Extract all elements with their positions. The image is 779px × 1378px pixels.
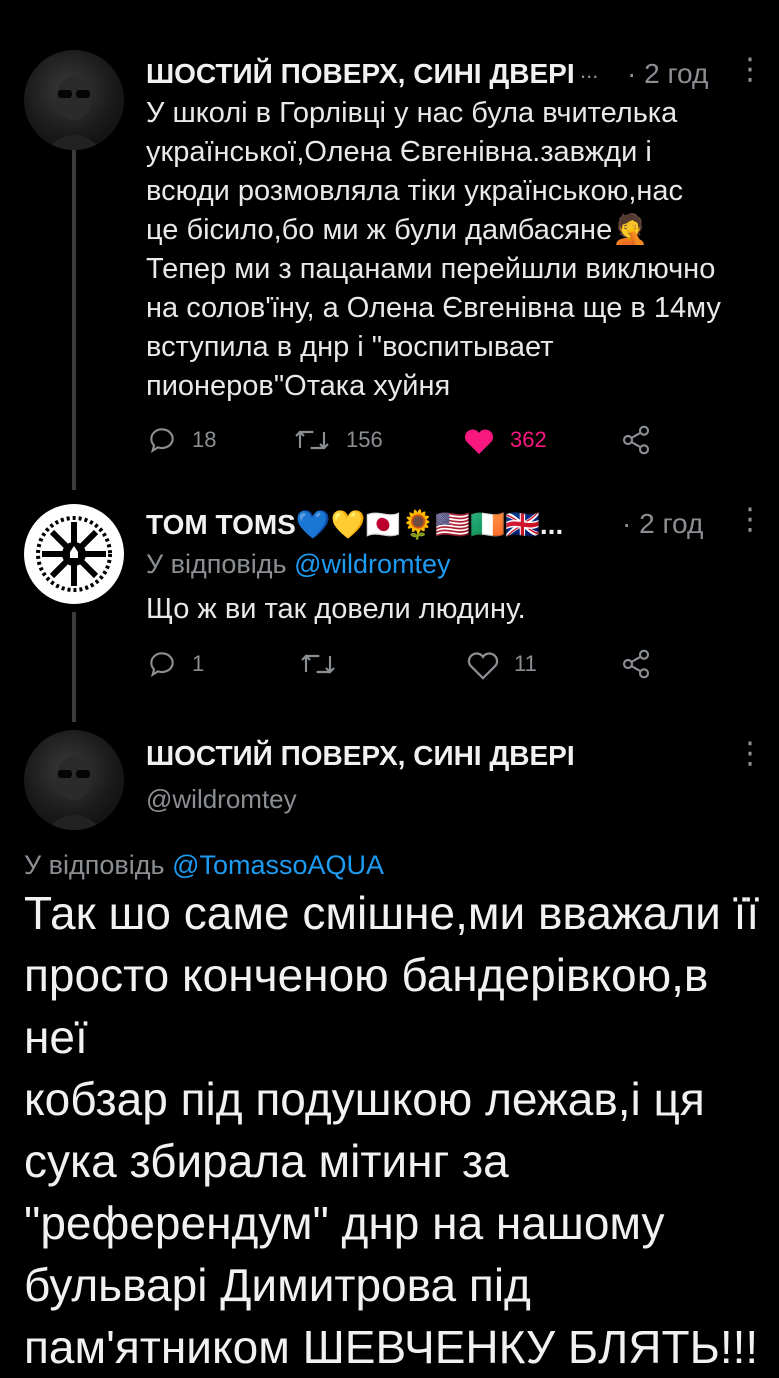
more-icon[interactable]: ⋮ xyxy=(735,736,765,771)
reply-count: 18 xyxy=(192,427,217,452)
like-button[interactable]: 362 xyxy=(462,424,547,456)
author-handle[interactable]: @wildromtey xyxy=(146,784,297,815)
tweet-line: всюди розмовляла тіки українською,нас xyxy=(146,175,684,207)
ellipsis: ... xyxy=(580,58,599,83)
like-count: 362 xyxy=(510,427,547,452)
mention-link[interactable]: @wildromtey xyxy=(294,549,450,579)
retweet-count: 156 xyxy=(346,427,383,452)
share-button[interactable] xyxy=(620,424,652,456)
reply-label: У відповідь xyxy=(146,549,295,579)
retweet-icon xyxy=(301,654,335,674)
tweet-line: "референдум" днр на нашому xyxy=(24,1197,665,1249)
reply-context: У відповідь @TomassoAQUA xyxy=(24,850,384,881)
reply-count: 1 xyxy=(192,651,205,676)
reply-icon xyxy=(150,652,174,677)
thread-line xyxy=(72,612,76,722)
reply-icon xyxy=(150,428,174,453)
tweet-line: просто конченою бандерівкою,в неї xyxy=(24,949,709,1063)
mention-link[interactable]: @TomassoAQUA xyxy=(172,850,384,880)
tweet-line: це бісило,бо ми ж були дамбасяне🤦 xyxy=(146,214,649,246)
more-icon[interactable]: ⋮ xyxy=(735,502,765,537)
like-button[interactable]: 11 xyxy=(466,648,537,680)
tweet-line: Тепер ми з пацанами перейшли виключно xyxy=(146,253,716,285)
tweet-body: У школі в Горлівці у нас була вчителька … xyxy=(146,94,766,406)
retweet-button[interactable] xyxy=(298,648,338,680)
reply-context: У відповідь @wildromtey xyxy=(146,549,451,580)
timestamp[interactable]: · 2 год xyxy=(622,508,703,540)
tweet-line: У школі в Горлівці у нас була вчителька xyxy=(146,97,678,129)
like-icon xyxy=(467,652,499,680)
share-icon xyxy=(622,649,650,679)
tweet-line: бульварі Димитрова під xyxy=(24,1259,531,1311)
author-name[interactable]: TOM TOMS💙💛🇯🇵🌻🇺🇸🇮🇪🇬🇧... xyxy=(146,508,606,541)
timestamp[interactable]: · 2 год xyxy=(627,58,708,90)
thread-line xyxy=(72,150,76,490)
tweet-line: на солов'їну, а Олена Євгенівна ще в 14м… xyxy=(146,292,721,324)
tweet-body: Що ж ви так довели людину. xyxy=(146,593,526,625)
tweet-body: Так шо саме смішне,ми вважали її просто … xyxy=(24,882,764,1378)
author-name[interactable]: ШОСТИЙ ПОВЕРХ, СИНІ ДВЕРІ xyxy=(146,740,575,772)
share-icon xyxy=(622,425,650,455)
share-button[interactable] xyxy=(620,648,652,680)
retweet-icon xyxy=(295,430,329,450)
avatar-photo-icon xyxy=(46,756,102,830)
avatar[interactable] xyxy=(24,730,124,830)
tweet-line: Так шо саме смішне,ми вважали її xyxy=(24,887,760,939)
tweet-line: сука збирала мітинг за xyxy=(24,1135,509,1187)
reply-button[interactable]: 1 xyxy=(146,648,204,680)
reply-label: У відповідь xyxy=(24,850,173,880)
reply-button[interactable]: 18 xyxy=(146,424,216,456)
more-icon[interactable]: ⋮ xyxy=(735,52,765,87)
tweet-line: української,Олена Євгенівна.завжди і xyxy=(146,136,652,168)
like-count: 11 xyxy=(514,651,537,676)
like-icon xyxy=(464,429,494,455)
tweet-line: пионеров"Отака хуйня xyxy=(146,370,451,402)
tweet-line: кобзар під подушкою лежав,і ця xyxy=(24,1073,705,1125)
tweet-line: пам'ятником ШЕВЧЕНКУ БЛЯТЬ!!! xyxy=(24,1321,759,1373)
emblem-logo-icon xyxy=(28,508,120,600)
tweet-line: вступила в днр і "воспитывает xyxy=(146,331,554,363)
avatar[interactable] xyxy=(24,504,124,604)
author-name[interactable]: ШОСТИЙ ПОВЕРХ, СИНІ ДВЕРІ xyxy=(146,58,575,90)
retweet-button[interactable]: 156 xyxy=(292,424,383,456)
avatar-photo-icon xyxy=(46,76,102,150)
avatar[interactable] xyxy=(24,50,124,150)
